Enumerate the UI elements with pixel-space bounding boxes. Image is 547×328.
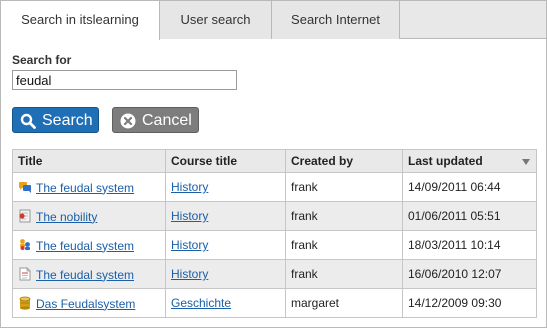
column-header-course-title[interactable]: Course title: [165, 149, 286, 173]
close-icon: [120, 113, 136, 129]
course-cell: History: [165, 230, 286, 260]
column-header-last-updated-label: Last updated: [408, 154, 483, 168]
course-link[interactable]: History: [171, 180, 208, 194]
course-cell: Geschichte: [165, 288, 286, 318]
created-by-cell: frank: [285, 201, 403, 231]
tab-search-itslearning[interactable]: Search in itslearning: [1, 1, 160, 40]
table-row: The feudal system History frank 16/06/20…: [12, 259, 537, 289]
table-header-row: Title Course title Created by Last updat…: [12, 149, 537, 173]
course-link[interactable]: History: [171, 209, 208, 223]
table-row: The feudal system History frank 18/03/20…: [12, 230, 537, 260]
column-header-last-updated[interactable]: Last updated: [402, 149, 537, 173]
column-header-created-by[interactable]: Created by: [285, 149, 403, 173]
result-title-link[interactable]: The feudal system: [36, 239, 134, 253]
results-table: Title Course title Created by Last updat…: [12, 149, 537, 318]
created-by-cell: frank: [285, 259, 403, 289]
assignment-icon: [19, 209, 31, 222]
tab-user-search[interactable]: User search: [160, 1, 272, 39]
group-icon: [20, 238, 30, 250]
title-cell: The feudal system: [12, 259, 166, 289]
course-cell: History: [165, 201, 286, 231]
last-updated-cell: 16/06/2010 12:07: [402, 259, 537, 289]
title-cell: The nobility: [12, 201, 166, 231]
title-cell: The feudal system: [12, 230, 166, 260]
result-title-link[interactable]: Das Feudalsystem: [36, 297, 135, 311]
search-dialog: Search in itslearning User search Search…: [0, 0, 547, 328]
course-cell: History: [165, 172, 286, 202]
cancel-button[interactable]: Cancel: [112, 107, 199, 133]
database-icon: [19, 296, 31, 310]
course-link[interactable]: History: [171, 238, 208, 252]
course-cell: History: [165, 259, 286, 289]
search-button-label: Search: [42, 112, 93, 129]
tab-bar: Search in itslearning User search Search…: [1, 1, 546, 40]
last-updated-cell: 14/09/2011 06:44: [402, 172, 537, 202]
cancel-button-label: Cancel: [142, 112, 192, 129]
tab-search-internet[interactable]: Search Internet: [272, 1, 400, 39]
search-input[interactable]: [12, 70, 237, 90]
last-updated-cell: 14/12/2009 09:30: [402, 288, 537, 318]
last-updated-cell: 18/03/2011 10:14: [402, 230, 537, 260]
last-updated-cell: 01/06/2011 05:51: [402, 201, 537, 231]
sort-descending-icon[interactable]: [522, 159, 530, 165]
discussion-icon: [19, 181, 31, 193]
result-title-link[interactable]: The feudal system: [36, 181, 134, 195]
search-button[interactable]: Search: [12, 107, 99, 133]
column-header-title[interactable]: Title: [12, 149, 166, 173]
table-row: The feudal system History frank 14/09/20…: [12, 172, 537, 202]
table-row: The nobility History frank 01/06/2011 05…: [12, 201, 537, 231]
course-link[interactable]: History: [171, 267, 208, 281]
title-cell: The feudal system: [12, 172, 166, 202]
result-title-link[interactable]: The feudal system: [36, 268, 134, 282]
document-icon: [19, 266, 31, 280]
created-by-cell: margaret: [285, 288, 403, 318]
created-by-cell: frank: [285, 172, 403, 202]
table-row: Das Feudalsystem Geschichte margaret 14/…: [12, 288, 537, 318]
course-link[interactable]: Geschichte: [171, 296, 231, 310]
result-title-link[interactable]: The nobility: [36, 210, 97, 224]
search-icon: [20, 113, 36, 129]
search-for-label: Search for: [12, 53, 72, 67]
created-by-cell: frank: [285, 230, 403, 260]
title-cell: Das Feudalsystem: [12, 288, 166, 318]
